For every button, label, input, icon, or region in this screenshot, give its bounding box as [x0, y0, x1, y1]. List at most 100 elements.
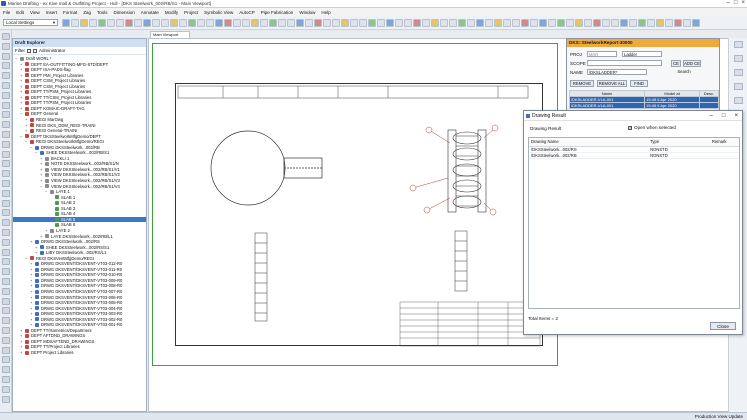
toolbar-button-icon[interactable]	[683, 19, 691, 27]
expander-icon[interactable]: −	[20, 111, 24, 117]
toolbar-button-icon[interactable]	[251, 19, 259, 27]
toolbar-button-icon[interactable]	[665, 19, 673, 27]
menu-item[interactable]: File	[3, 10, 10, 15]
tool-icon[interactable]	[2, 376, 10, 383]
close-icon[interactable]: ×	[734, 111, 738, 121]
menu-item[interactable]: Window	[299, 10, 315, 15]
tool-icon[interactable]	[2, 140, 10, 148]
toolbar-button-icon[interactable]	[314, 19, 322, 27]
minimize-icon[interactable]: –	[727, 0, 730, 8]
expander-icon[interactable]: +	[25, 128, 29, 134]
toolbar-button-icon[interactable]	[233, 19, 241, 27]
menu-item[interactable]: Help	[321, 10, 330, 15]
tool-icon[interactable]	[2, 219, 10, 227]
tool-icon[interactable]	[2, 121, 10, 129]
tool-icon[interactable]	[2, 297, 10, 305]
toolbar-button-icon[interactable]	[80, 19, 88, 27]
toolbar-button-icon[interactable]	[323, 19, 331, 27]
tool-icon[interactable]	[2, 91, 10, 99]
tool-icon[interactable]	[2, 72, 10, 80]
toolbar-button-icon[interactable]	[359, 19, 367, 27]
column-header[interactable]: Remark	[697, 138, 739, 147]
toolbar-button-icon[interactable]	[458, 19, 466, 27]
tool-icon[interactable]	[2, 189, 10, 197]
toolbar-button-icon[interactable]	[539, 19, 547, 27]
tool-icon[interactable]	[2, 160, 10, 168]
tool-icon[interactable]	[2, 327, 10, 334]
tool-icon[interactable]	[2, 62, 10, 70]
tool-icon[interactable]	[2, 317, 10, 325]
maximize-icon[interactable]: □	[722, 111, 726, 121]
tool-icon[interactable]	[2, 82, 10, 89]
toolbar-button-icon[interactable]	[404, 19, 412, 27]
menu-item[interactable]: Pipe Fabrication	[261, 10, 294, 15]
expander-icon[interactable]: −	[15, 56, 19, 62]
toolbar-button-icon[interactable]	[692, 19, 700, 27]
tool-icon[interactable]	[2, 209, 10, 217]
expander-icon[interactable]: −	[25, 256, 29, 262]
tool-icon[interactable]	[2, 52, 10, 60]
toolbar-button-icon[interactable]	[179, 19, 187, 27]
toolbar-button-icon[interactable]	[125, 19, 133, 27]
menu-item[interactable]: Project	[184, 10, 198, 15]
menu-item[interactable]: Insert	[46, 10, 57, 15]
close-icon[interactable]: ×	[741, 0, 745, 8]
menu-item[interactable]: AutoCP	[239, 10, 255, 15]
tool-icon[interactable]	[2, 131, 10, 138]
open-when-selected[interactable]: ✓ Open when selected	[628, 125, 676, 130]
expander-icon[interactable]: −	[20, 134, 24, 140]
toolbar-button-icon[interactable]	[620, 19, 628, 27]
toolbar-button-icon[interactable]	[557, 19, 565, 27]
toolbar-button-icon[interactable]	[215, 19, 223, 27]
add-ce-button[interactable]: ADD CE	[683, 60, 701, 67]
tool-icon[interactable]	[2, 180, 10, 187]
toolbar-button-icon[interactable]	[260, 19, 268, 27]
table-row[interactable]: /DKSLADDER-VLA-001 15:45 5 Apr 2020	[568, 102, 719, 109]
scope-field[interactable]	[587, 60, 662, 66]
search-button[interactable]: Search	[674, 69, 694, 76]
toolbar-button-icon[interactable]	[611, 19, 619, 27]
menu-item[interactable]: View	[30, 10, 40, 15]
toolbar-button-icon[interactable]	[152, 19, 160, 27]
find-button[interactable]: FIND	[630, 80, 648, 87]
tool-icon[interactable]	[2, 287, 10, 295]
tool-icon[interactable]	[2, 278, 10, 285]
toolbar-button-icon[interactable]	[287, 19, 295, 27]
toolbar-button-icon[interactable]	[116, 19, 124, 27]
expander-icon[interactable]: −	[35, 150, 39, 156]
toolbar-button-icon[interactable]	[296, 19, 304, 27]
expander-icon[interactable]: −	[40, 184, 44, 190]
tool-icon[interactable]	[2, 170, 10, 178]
toolbar-button-icon[interactable]	[305, 19, 313, 27]
column-header[interactable]: Drawing Name	[529, 138, 649, 147]
toolbar-button-icon[interactable]	[467, 19, 475, 27]
toolbar-button-icon[interactable]	[548, 19, 556, 27]
menu-item[interactable]: Dimension	[114, 10, 135, 15]
tool-icon[interactable]	[2, 33, 10, 40]
tool-icon[interactable]	[2, 258, 10, 266]
tool-icon[interactable]	[2, 356, 10, 364]
toolbar-button-icon[interactable]	[494, 19, 502, 27]
expander-icon[interactable]: −	[25, 139, 29, 145]
tool-icon[interactable]	[2, 268, 10, 276]
toolbar-button-icon[interactable]	[521, 19, 529, 27]
tool-icon[interactable]	[2, 336, 10, 344]
toolbar-button-icon[interactable]	[332, 19, 340, 27]
tool-icon[interactable]	[734, 41, 743, 48]
toolbar-button-icon[interactable]	[593, 19, 601, 27]
menu-item[interactable]: Edit	[16, 10, 24, 15]
toolbar-button-icon[interactable]	[503, 19, 511, 27]
maximize-icon[interactable]: □	[734, 0, 738, 8]
toolbar-button-icon[interactable]	[575, 19, 583, 27]
expander-icon[interactable]: −	[45, 189, 49, 195]
tool-icon[interactable]	[2, 111, 10, 119]
menu-item[interactable]: Tools	[97, 10, 108, 15]
tool-icon[interactable]	[2, 150, 10, 158]
toolbar-button-icon[interactable]	[530, 19, 538, 27]
tool-icon[interactable]	[2, 229, 10, 236]
toolbar-button-icon[interactable]	[440, 19, 448, 27]
tool-icon[interactable]	[2, 385, 10, 393]
tree-item[interactable]: + DEPT Project Libraries	[13, 350, 146, 356]
toolbar-button-icon[interactable]	[368, 19, 376, 27]
menu-item[interactable]: Zag	[83, 10, 91, 15]
